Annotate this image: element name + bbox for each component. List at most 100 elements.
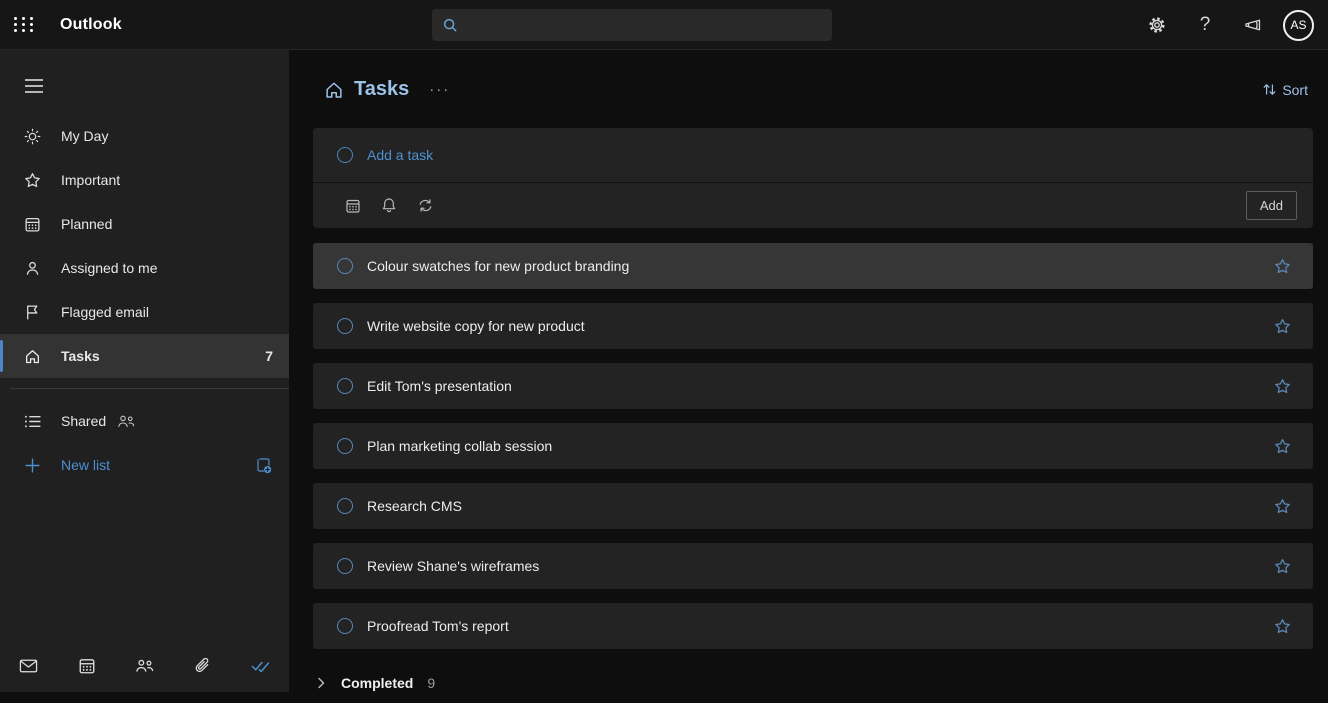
star-button[interactable] (1270, 314, 1295, 339)
add-task-composer: Add (313, 128, 1313, 228)
completed-label: Completed (341, 675, 413, 691)
chevron-right-icon (315, 676, 327, 690)
bottom-app-nav (0, 640, 289, 692)
task-title: Review Shane's wireframes (367, 558, 539, 574)
sidebar-nav: My Day Important Planned (0, 114, 289, 378)
new-list-label: New list (61, 457, 110, 473)
bell-icon (381, 197, 397, 214)
sidebar-item-tasks[interactable]: Tasks 7 (0, 334, 289, 378)
sidebar-item-label: Important (61, 172, 120, 188)
task-title: Proofread Tom's report (367, 618, 509, 634)
task-row[interactable]: Plan marketing collab session (313, 423, 1313, 469)
star-button[interactable] (1270, 434, 1295, 459)
add-task-input-row[interactable] (313, 128, 1313, 183)
people-icon (134, 658, 155, 674)
star-button[interactable] (1270, 374, 1295, 399)
calendar-icon (78, 657, 96, 675)
sidebar-item-label: Tasks (61, 348, 100, 364)
sidebar-item-label: Assigned to me (61, 260, 158, 276)
mail-icon (19, 658, 38, 674)
sidebar-item-planned[interactable]: Planned (0, 202, 289, 246)
create-group-button[interactable] (254, 456, 273, 475)
sidebar-item-label: Shared (61, 413, 106, 429)
add-button[interactable]: Add (1246, 191, 1297, 220)
task-title: Edit Tom's presentation (367, 378, 512, 394)
waffle-icon (14, 17, 35, 32)
add-task-input[interactable] (367, 147, 1295, 163)
remind-me-button[interactable] (373, 190, 405, 222)
plus-icon (24, 457, 41, 474)
sidebar-toggle-button[interactable] (14, 66, 54, 106)
mail-button[interactable] (9, 646, 49, 686)
search-input[interactable] (467, 18, 822, 33)
star-icon (24, 172, 41, 189)
task-row[interactable]: Colour swatches for new product branding (313, 243, 1313, 289)
sidebar-item-my-day[interactable]: My Day (0, 114, 289, 158)
complete-task-circle[interactable] (337, 318, 353, 334)
top-bar: Outlook ? (0, 0, 1328, 50)
complete-task-circle[interactable] (337, 258, 353, 274)
search-box[interactable] (432, 9, 832, 41)
main-content: Tasks ··· Sort (289, 50, 1328, 692)
due-date-button[interactable] (337, 190, 369, 222)
sort-label: Sort (1282, 82, 1308, 98)
person-icon (24, 260, 41, 277)
star-button[interactable] (1270, 494, 1295, 519)
repeat-icon (417, 198, 434, 213)
app-launcher-button[interactable] (0, 0, 48, 50)
list-header: Tasks ··· Sort (289, 50, 1328, 101)
todo-button[interactable] (240, 646, 280, 686)
people-button[interactable] (124, 646, 164, 686)
sidebar-item-label: Planned (61, 216, 112, 232)
sidebar-item-assigned-to-me[interactable]: Assigned to me (0, 246, 289, 290)
paperclip-icon (194, 657, 211, 675)
add-task-toolbar: Add (313, 183, 1313, 228)
task-row[interactable]: Write website copy for new product (313, 303, 1313, 349)
sort-icon (1262, 82, 1277, 97)
task-row[interactable]: Research CMS (313, 483, 1313, 529)
sidebar-item-flagged-email[interactable]: Flagged email (0, 290, 289, 334)
whats-new-button[interactable] (1233, 5, 1273, 45)
star-button[interactable] (1270, 254, 1295, 279)
help-button[interactable]: ? (1185, 5, 1225, 45)
task-row[interactable]: Proofread Tom's report (313, 603, 1313, 649)
settings-button[interactable] (1137, 5, 1177, 45)
megaphone-icon (1243, 15, 1263, 35)
complete-task-circle[interactable] (337, 618, 353, 634)
task-row[interactable]: Edit Tom's presentation (313, 363, 1313, 409)
new-list-row: New list (0, 443, 289, 487)
star-button[interactable] (1270, 554, 1295, 579)
task-title: Colour swatches for new product branding (367, 258, 629, 274)
complete-task-circle[interactable] (337, 558, 353, 574)
repeat-button[interactable] (409, 190, 441, 222)
star-button[interactable] (1270, 614, 1295, 639)
sidebar-item-label: Flagged email (61, 304, 149, 320)
sidebar-item-important[interactable]: Important (0, 158, 289, 202)
sort-button[interactable]: Sort (1262, 82, 1308, 98)
gear-icon (1147, 15, 1167, 35)
topbar-actions: ? AS (1137, 0, 1322, 50)
page-title: Tasks (354, 78, 409, 101)
sidebar: My Day Important Planned (0, 50, 289, 692)
completed-toggle[interactable]: Completed 9 (313, 663, 1313, 703)
avatar[interactable]: AS (1283, 10, 1314, 41)
page-title-group: Tasks (324, 78, 409, 101)
task-circle-icon (337, 147, 353, 163)
tasks-count-badge: 7 (265, 348, 273, 364)
complete-task-circle[interactable] (337, 498, 353, 514)
complete-task-circle[interactable] (337, 378, 353, 394)
attachments-button[interactable] (182, 646, 222, 686)
calendar-button[interactable] (67, 646, 107, 686)
task-title: Write website copy for new product (367, 318, 585, 334)
complete-task-circle[interactable] (337, 438, 353, 454)
flag-icon (24, 304, 41, 321)
list-options-button[interactable]: ··· (425, 83, 454, 97)
task-row[interactable]: Review Shane's wireframes (313, 543, 1313, 589)
sidebar-item-shared[interactable]: Shared (0, 399, 289, 443)
double-check-icon (251, 658, 270, 674)
new-list-button[interactable]: New list (24, 457, 110, 474)
home-icon (24, 348, 41, 365)
task-title: Research CMS (367, 498, 462, 514)
people-icon (116, 414, 136, 429)
new-group-icon (254, 456, 273, 475)
